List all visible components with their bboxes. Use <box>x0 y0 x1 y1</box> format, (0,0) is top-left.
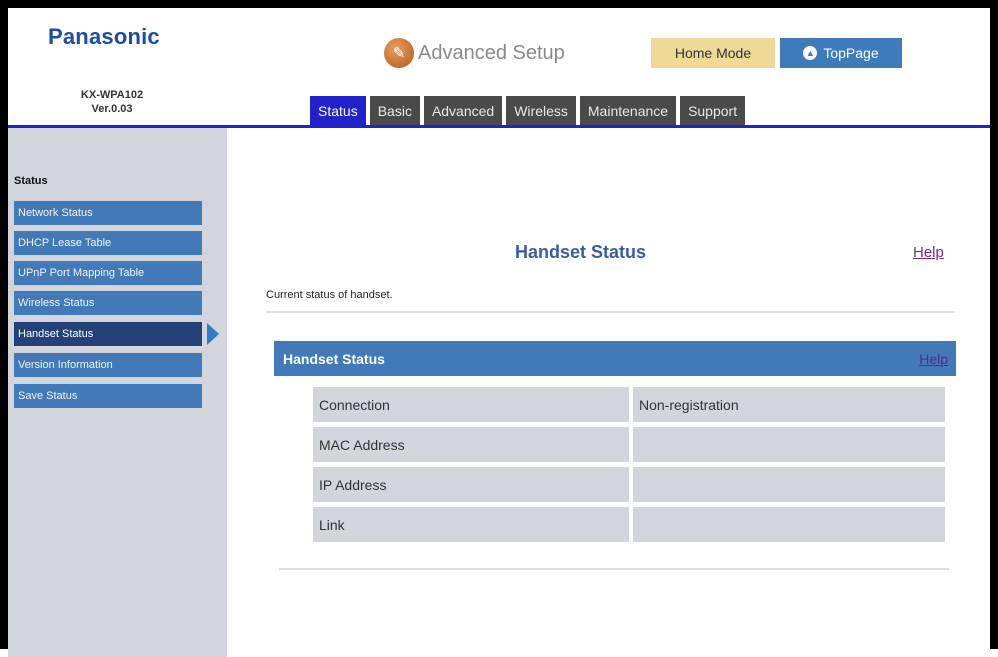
model-name: KX-WPA102 <box>80 89 144 101</box>
sidebar-item-network-status[interactable]: Network Status <box>14 201 202 225</box>
section-help-link[interactable]: Help <box>919 351 948 367</box>
tab-status[interactable]: Status <box>310 96 366 126</box>
active-indicator-arrow-icon <box>207 323 219 345</box>
section-title: Handset Status <box>283 351 385 367</box>
row-label: Connection <box>313 387 629 422</box>
sidebar-item-upnp-port-mapping-table[interactable]: UPnP Port Mapping Table <box>14 261 202 285</box>
section-header: Handset Status Help <box>274 341 956 376</box>
table-row: MAC Address <box>313 427 945 462</box>
row-value: Non-registration <box>633 387 945 422</box>
row-value <box>633 467 945 502</box>
window-frame: Panasonic KX-WPA102 Ver.0.03 ✎ Advanced … <box>0 0 998 657</box>
sidebar-item-save-status[interactable]: Save Status <box>14 384 202 408</box>
panasonic-logo: Panasonic <box>48 24 160 49</box>
home-mode-button[interactable]: Home Mode <box>651 38 775 68</box>
row-label: MAC Address <box>313 427 629 462</box>
sidebar: Status Network Status DHCP Lease Table U… <box>8 128 227 657</box>
row-value <box>633 427 945 462</box>
row-label: IP Address <box>313 467 629 502</box>
advanced-setup-label: Advanced Setup <box>418 41 565 64</box>
tab-wireless[interactable]: Wireless <box>506 96 576 126</box>
sidebar-item-dhcp-lease-table[interactable]: DHCP Lease Table <box>14 231 202 255</box>
table-row: IP Address <box>313 467 945 502</box>
tab-maintenance[interactable]: Maintenance <box>579 96 677 126</box>
tab-basic[interactable]: Basic <box>369 96 420 126</box>
table-row: Connection Non-registration <box>313 387 945 422</box>
page-header: Panasonic KX-WPA102 Ver.0.03 ✎ Advanced … <box>8 8 990 128</box>
advanced-setup-title: ✎ Advanced Setup <box>384 38 565 68</box>
tab-support[interactable]: Support <box>680 96 746 126</box>
divider <box>266 311 955 313</box>
sidebar-heading: Status <box>14 175 48 187</box>
page-subtitle: Current status of handset. <box>266 289 393 301</box>
row-value <box>633 507 945 542</box>
sidebar-item-handset-status[interactable]: Handset Status <box>14 322 202 346</box>
tab-advanced[interactable]: Advanced <box>423 96 503 126</box>
wrench-icon: ✎ <box>384 38 414 68</box>
sidebar-item-wireless-status[interactable]: Wireless Status <box>14 291 202 315</box>
bottom-divider <box>279 568 949 570</box>
main-tabs: Status Basic Advanced Wireless Maintenan… <box>310 96 749 126</box>
toppage-button[interactable]: ▲ TopPage <box>780 38 902 68</box>
toppage-label: TopPage <box>823 45 879 61</box>
page-title: Handset Status <box>515 242 647 262</box>
help-link[interactable]: Help <box>913 244 944 261</box>
main-content: Handset Status Help Current status of ha… <box>227 128 990 657</box>
model-info: KX-WPA102 Ver.0.03 <box>58 88 166 116</box>
sidebar-item-version-information[interactable]: Version Information <box>14 353 202 377</box>
arrow-up-icon: ▲ <box>803 46 818 60</box>
firmware-version: Ver.0.03 <box>91 103 133 115</box>
row-label: Link <box>313 507 629 542</box>
handset-status-table: Connection Non-registration MAC Address … <box>313 387 945 547</box>
table-row: Link <box>313 507 945 542</box>
